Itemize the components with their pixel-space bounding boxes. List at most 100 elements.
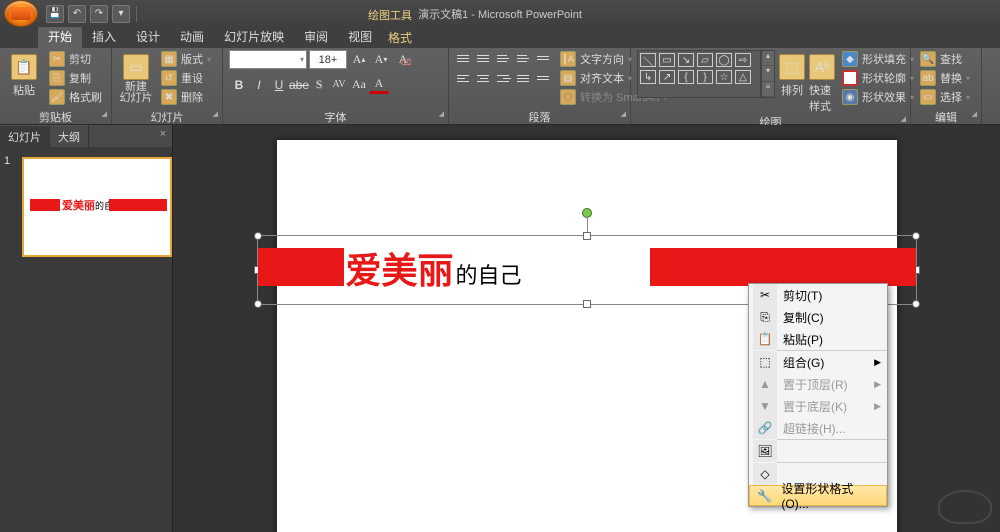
thumb-red-bar-right: [109, 199, 167, 211]
shape-brace2-icon[interactable]: }: [697, 70, 713, 84]
layout-button[interactable]: ▦版式▾: [158, 50, 216, 68]
replace-button[interactable]: ab替换▾: [917, 69, 975, 87]
resize-handle-nw[interactable]: [254, 232, 262, 240]
office-button[interactable]: [4, 0, 38, 27]
resize-handle-sw[interactable]: [254, 300, 262, 308]
ctx-format-shape[interactable]: 🔧设置形状格式(O)...: [749, 485, 887, 506]
ctx-paste[interactable]: 📋粘贴(P): [749, 328, 887, 350]
shape-connector-icon[interactable]: ↳: [640, 70, 656, 84]
shape-arrow-icon[interactable]: ↘: [678, 53, 694, 67]
shrink-font-button[interactable]: A▾: [371, 50, 391, 69]
underline-button[interactable]: U: [269, 75, 289, 94]
ctx-group[interactable]: ⬚组合(G)▶: [749, 351, 887, 373]
thumbnail-list: 1 爱美丽的自己: [0, 147, 172, 267]
indent-inc-button[interactable]: [515, 50, 533, 66]
font-family-combo[interactable]: ▾: [229, 50, 307, 69]
line-spacing-button[interactable]: [535, 50, 553, 66]
italic-button[interactable]: I: [249, 75, 269, 94]
qat-save-icon[interactable]: 💾: [46, 5, 64, 23]
resize-handle-s[interactable]: [583, 300, 591, 308]
resize-handle-se[interactable]: [912, 300, 920, 308]
reset-button[interactable]: ↺重设: [158, 69, 216, 87]
delete-button[interactable]: ✖删除: [158, 88, 216, 106]
shape-fill-button[interactable]: ◆形状填充▾: [839, 50, 919, 68]
image-icon: 🖼: [757, 443, 773, 459]
qat-dropdown-icon[interactable]: ▾: [112, 5, 130, 23]
align-justify-button[interactable]: [515, 70, 533, 86]
slide-thumbnail[interactable]: 爱美丽的自己: [22, 157, 172, 257]
qat-undo-icon[interactable]: ↶: [68, 5, 86, 23]
bullets-button[interactable]: [455, 50, 473, 66]
ctx-copy[interactable]: ⎘复制(C): [749, 306, 887, 328]
tab-slideshow[interactable]: 幻灯片放映: [214, 26, 294, 48]
select-icon: ▭: [920, 89, 936, 105]
slide-title-text[interactable]: 爱美丽 的自己: [346, 242, 522, 294]
group-drawing: ＼ ▭ ↘ ▱ ◯ ⇨ ↳ ↗ { } ☆ △ ▴▾≡ ⬚排列 Aᵇ快速样式: [631, 48, 911, 124]
fill-icon: ◆: [842, 51, 858, 67]
columns-button[interactable]: [535, 70, 553, 86]
text-direction-icon: ┃A: [560, 51, 576, 67]
resize-handle-ne[interactable]: [912, 232, 920, 240]
shape-effects-button[interactable]: ◉形状效果▾: [839, 88, 919, 106]
quick-styles-button[interactable]: Aᵇ快速样式: [809, 50, 835, 114]
thumb-red-bar-left: [30, 199, 60, 211]
shape-oval-icon[interactable]: ◯: [716, 53, 732, 67]
numbering-button[interactable]: [475, 50, 493, 66]
shapes-gallery[interactable]: ＼ ▭ ↘ ▱ ◯ ⇨ ↳ ↗ { } ☆ △: [637, 50, 761, 98]
new-slide-icon: ▭: [123, 54, 149, 80]
delete-icon: ✖: [161, 89, 177, 105]
change-case-button[interactable]: Aa: [349, 75, 369, 94]
side-tab-outline[interactable]: 大纲: [50, 125, 89, 147]
shape-tri-icon[interactable]: △: [735, 70, 751, 84]
ctx-bring-front[interactable]: ▲置于顶层(R)▶: [749, 373, 887, 395]
qat-redo-icon[interactable]: ↷: [90, 5, 108, 23]
find-button[interactable]: 🔍查找: [917, 50, 975, 68]
char-spacing-button[interactable]: AV: [329, 75, 349, 94]
align-center-button[interactable]: [475, 70, 493, 86]
shape-brace-icon[interactable]: {: [678, 70, 694, 84]
align-left-button[interactable]: [455, 70, 473, 86]
clear-format-button[interactable]: A⌫: [393, 50, 413, 69]
ctx-hyperlink[interactable]: 🔗超链接(H)...: [749, 417, 887, 439]
shape-line-icon[interactable]: ＼: [640, 53, 656, 67]
doc-name: 演示文稿1: [418, 9, 468, 21]
paste-button[interactable]: 📋 粘贴: [6, 50, 42, 98]
shape-arrow2-icon[interactable]: ⇨: [735, 53, 751, 67]
link-icon: 🔗: [757, 420, 773, 436]
indent-dec-button[interactable]: [495, 50, 513, 66]
ctx-save-image[interactable]: 🖼: [749, 440, 887, 462]
cut-button[interactable]: ✂剪切: [46, 50, 105, 68]
tab-view[interactable]: 视图: [338, 26, 382, 48]
shapes-scroll[interactable]: ▴▾≡: [761, 50, 775, 98]
shape-outline-button[interactable]: 形状轮廓▾: [839, 69, 919, 87]
tab-insert[interactable]: 插入: [82, 26, 126, 48]
side-tab-slides[interactable]: 幻灯片: [0, 125, 50, 147]
shape-rect-icon[interactable]: ▭: [659, 53, 675, 67]
grow-font-button[interactable]: A▴: [349, 50, 369, 69]
tab-design[interactable]: 设计: [126, 26, 170, 48]
shape-rect2-icon[interactable]: ▱: [697, 53, 713, 67]
tab-format[interactable]: 格式: [378, 27, 422, 49]
side-panel-close-icon[interactable]: ×: [154, 125, 172, 147]
tab-animations[interactable]: 动画: [170, 26, 214, 48]
align-right-button[interactable]: [495, 70, 513, 86]
ctx-send-back[interactable]: ▼置于底层(K)▶: [749, 395, 887, 417]
shape-star-icon[interactable]: ☆: [716, 70, 732, 84]
select-button[interactable]: ▭选择▾: [917, 88, 975, 106]
ctx-cut[interactable]: ✂剪切(T): [749, 284, 887, 306]
group-label-clipboard: 剪贴板: [6, 109, 105, 124]
font-color-button[interactable]: A: [369, 75, 389, 94]
format-painter-button[interactable]: 🖌格式刷: [46, 88, 105, 106]
resize-handle-n[interactable]: [583, 232, 591, 240]
reset-icon: ↺: [161, 70, 177, 86]
bold-button[interactable]: B: [229, 75, 249, 94]
tab-review[interactable]: 审阅: [294, 26, 338, 48]
strike-button[interactable]: abe: [289, 75, 309, 94]
font-size-combo[interactable]: 18+: [309, 50, 347, 69]
copy-button[interactable]: ⎘复制: [46, 69, 105, 87]
shape-line2-icon[interactable]: ↗: [659, 70, 675, 84]
shadow-button[interactable]: S: [309, 75, 329, 94]
arrange-button[interactable]: ⬚排列: [779, 50, 805, 98]
new-slide-button[interactable]: ▭ 新建 幻灯片: [118, 50, 154, 104]
tab-home[interactable]: 开始: [38, 26, 82, 48]
